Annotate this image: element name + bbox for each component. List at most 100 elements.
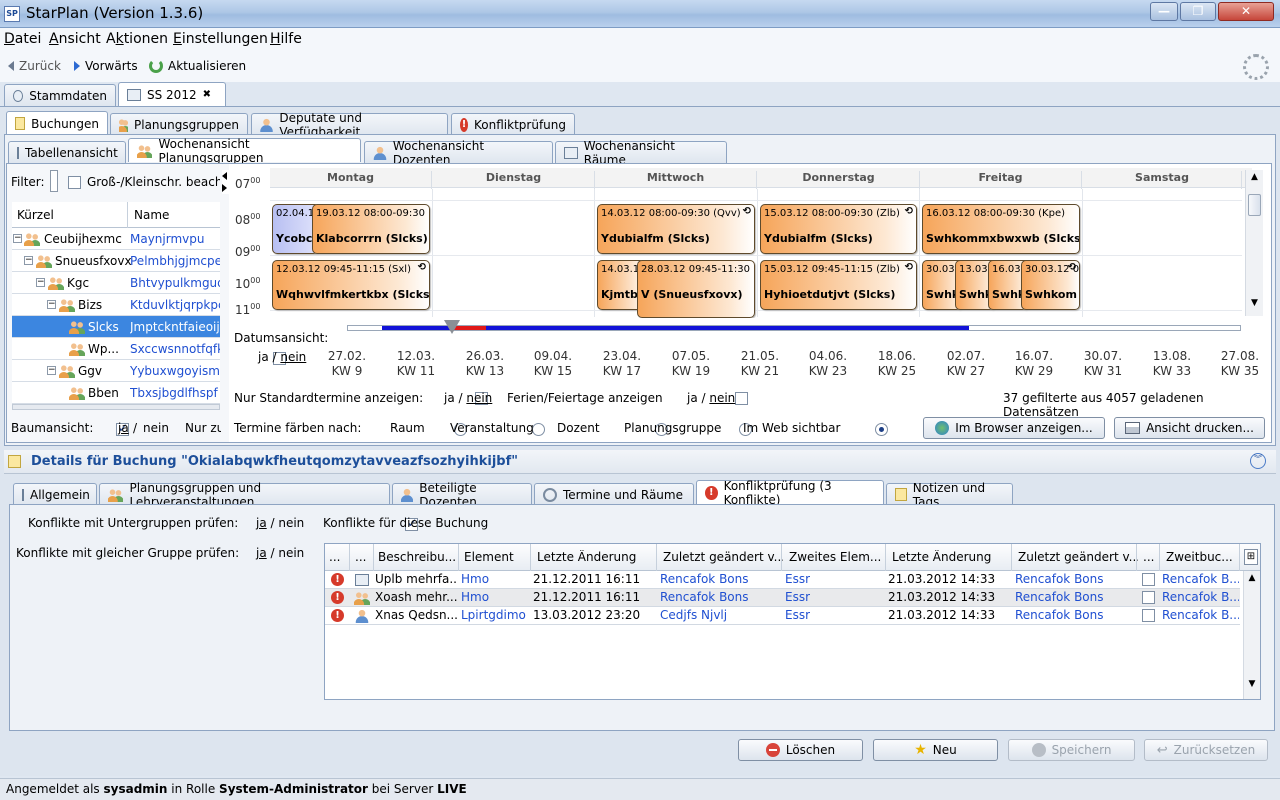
tab-buchungen[interactable]: Buchungen [6,111,108,135]
tab-konfliktpruefung-details[interactable]: ! Konfliktprüfung (3 Konflikte) [696,479,884,507]
tree-row[interactable]: − Ggv Yybuxwgoyisms [12,360,220,382]
calendar-scrollbar[interactable]: ▲ ▼ [1245,170,1263,316]
cell-geaendert-von-2-link[interactable]: Rencafok Bons [1015,608,1104,622]
cell-zweitbuchung-link[interactable]: Rencafok B... [1162,608,1239,622]
collapse-icon[interactable]: − [13,234,22,243]
new-button[interactable]: ★ Neu [873,739,998,761]
collapse-details-icon[interactable]: ︾ [1250,453,1266,469]
scroll-up-icon[interactable]: ▲ [1246,172,1263,182]
col-header[interactable]: Zweites Elem... [789,550,884,564]
tab-wochenansicht-dozenten[interactable]: Wochenansicht Dozenten [364,139,553,167]
col-kuerzel[interactable]: Kürzel [17,208,54,222]
col-header[interactable]: Letzte Änderung [537,550,636,564]
close-tab-icon[interactable]: ✖ [203,89,211,100]
cell-zweitbuchung-link[interactable]: Rencafok B... [1162,572,1239,586]
close-window-button[interactable]: ✕ [1218,2,1274,21]
tab-ss2012[interactable]: SS 2012 ✖ [118,82,226,106]
cell-geaendert-von-2-link[interactable]: Rencafok Bons [1015,590,1104,604]
tab-stammdaten[interactable]: Stammdaten [4,84,116,106]
scroll-down-icon[interactable]: ▼ [1246,298,1263,308]
scrollbar-thumb[interactable] [1248,194,1261,216]
refresh-button[interactable]: Aktualisieren [149,59,246,73]
tab-deputate[interactable]: Deputate und Verfügbarkeit [251,111,448,139]
baumansicht-ja[interactable]: ja [118,421,129,435]
maximize-button[interactable]: ❐ [1180,2,1216,21]
table-row[interactable]: ! Xoash mehr... Hmo 21.12.2011 16:11 Ren… [325,589,1240,607]
cell-zweitbuchung-link[interactable]: Rencafok B... [1162,590,1239,604]
column-chooser-icon[interactable]: ⊞ [1244,549,1258,565]
menu-datei[interactable]: Datei [4,31,41,47]
collapse-icon[interactable]: − [36,278,45,287]
menu-ansicht[interactable]: Ansicht [49,31,101,47]
tree-row[interactable]: − Bizs Ktduvlktjqrpkpcx [12,294,220,316]
col-header[interactable]: Zweitbuc... [1166,550,1240,564]
appointment[interactable]: 16.03.12 08:00-09:30 (Kpe) Swhkommxbwxwb … [922,204,1080,254]
tree-row[interactable]: Wp... Sxccwsnnotfqfkz [12,338,220,360]
menu-hilfe[interactable]: Hilfe [270,31,302,47]
tree-row[interactable]: − Ceubijhexmc Maynjrmvpu [12,228,220,250]
minimize-button[interactable]: — [1150,2,1178,21]
back-button[interactable]: Zurück [8,59,61,73]
row-checkbox[interactable] [1142,591,1155,604]
tab-planungsgruppen[interactable]: Planungsgruppen [110,113,248,135]
table-row[interactable]: ! Xnas Qedsn... Lpirtgdimo 13.03.2012 23… [325,607,1240,625]
cell-geaendert-von-2-link[interactable]: Rencafok Bons [1015,572,1104,586]
tree-horizontal-scrollbar[interactable] [12,404,220,410]
col-header[interactable]: ... [355,550,366,564]
print-button[interactable]: Ansicht drucken... [1114,417,1265,439]
col-name[interactable]: Name [134,208,169,222]
ferien-checkbox[interactable] [735,392,749,405]
tab-notizen[interactable]: Notizen und Tags [886,481,1013,509]
appointment[interactable]: 15.03.12 08:00-09:30 (Zlb) ⟲ Ydubialfm (Sl… [760,204,917,254]
cell-geaendert-von-link[interactable]: Cedjfs Njvlj [660,608,727,622]
tab-wochenansicht-planungsgruppen[interactable]: Wochenansicht Planungsgruppen [128,137,361,165]
appointment[interactable]: 15.03.12 09:45-11:15 (Zlb) ⟲ Hyhioetdutjvt… [760,260,917,310]
cell-geaendert-von-link[interactable]: Rencafok Bons [660,572,749,586]
col-header[interactable]: Element [464,550,514,564]
appointment[interactable]: 28.03.12 09:45-11:30 () V (Snueusfxovx) [637,260,755,318]
menu-einstellungen[interactable]: Einstellungen [173,31,268,47]
collapse-icon[interactable]: − [24,256,33,265]
save-button[interactable]: Speichern [1008,739,1135,761]
cell-zweites-element-link[interactable]: Essr [785,608,810,622]
reset-button[interactable]: ↩ Zurücksetzen [1144,739,1268,761]
table-row[interactable]: ! Uplb mehrfa... Hmo 21.12.2011 16:11 Re… [325,571,1240,589]
browser-button[interactable]: Im Browser anzeigen... [923,417,1105,439]
splitter-handle[interactable] [222,170,229,194]
table-scrollbar[interactable]: ▲ ▼ [1243,571,1260,699]
col-header[interactable]: Zuletzt geändert v... [663,550,783,564]
scroll-up-icon[interactable]: ▲ [1244,573,1260,583]
forward-button[interactable]: Vorwärts [74,59,138,73]
tree-row[interactable]: Bben Tbxsjbgdlfhspf [12,382,220,404]
tab-allgemein[interactable]: Allgemein [13,483,97,505]
tab-tabellenansicht[interactable]: Tabellenansicht [8,141,126,163]
collapse-icon[interactable]: − [47,300,56,309]
row-checkbox[interactable] [1142,573,1155,586]
cell-element-link[interactable]: Lpirtgdimo [461,608,526,622]
menu-aktionen[interactable]: Aktionen [106,31,168,47]
delete-button[interactable]: Löschen [738,739,863,761]
tab-beteiligte-dozenten[interactable]: Beteiligte Dozenten [392,481,532,509]
col-header[interactable]: Zuletzt geändert v... [1018,550,1138,564]
appointment[interactable]: 19.03.12 08:00-09:30 (S Klabcorrrn (Slcks… [312,204,430,254]
scroll-down-icon[interactable]: ▼ [1244,679,1260,689]
tab-planungsgruppen-lv[interactable]: Planungsgruppen und Lehrveranstaltungen [99,481,390,509]
radio-veranstaltung[interactable] [531,423,545,436]
row-checkbox[interactable] [1142,609,1155,622]
cell-geaendert-von-link[interactable]: Rencafok Bons [660,590,749,604]
tab-konfliktpruefung[interactable]: ! Konfliktprüfung [451,113,575,135]
appointment[interactable]: 12.03.12 09:45-11:15 (Sxl) ⟲ Wqhwvlfmkertk… [272,260,430,310]
cell-zweites-element-link[interactable]: Essr [785,590,810,604]
cell-zweites-element-link[interactable]: Essr [785,572,810,586]
col-header[interactable]: ... [329,550,340,564]
appointment[interactable]: 14.03.12 08:00-09:30 (Qvv) ⟲ Ydubialfm (Sl… [597,204,755,254]
col-header[interactable]: ... [1143,550,1154,564]
cell-element-link[interactable]: Hmo [461,572,489,586]
col-header[interactable]: Letzte Änderung [892,550,991,564]
collapse-icon[interactable]: − [47,366,56,375]
cell-element-link[interactable]: Hmo [461,590,489,604]
appointment[interactable]: 30.03.12 09 ⟲ Swhkom [1021,260,1080,310]
filter-input[interactable] [50,170,58,192]
tree-row[interactable]: − Kgc Bhtvypulkmguqu [12,272,220,294]
col-header[interactable]: Beschreibu... [378,550,458,564]
